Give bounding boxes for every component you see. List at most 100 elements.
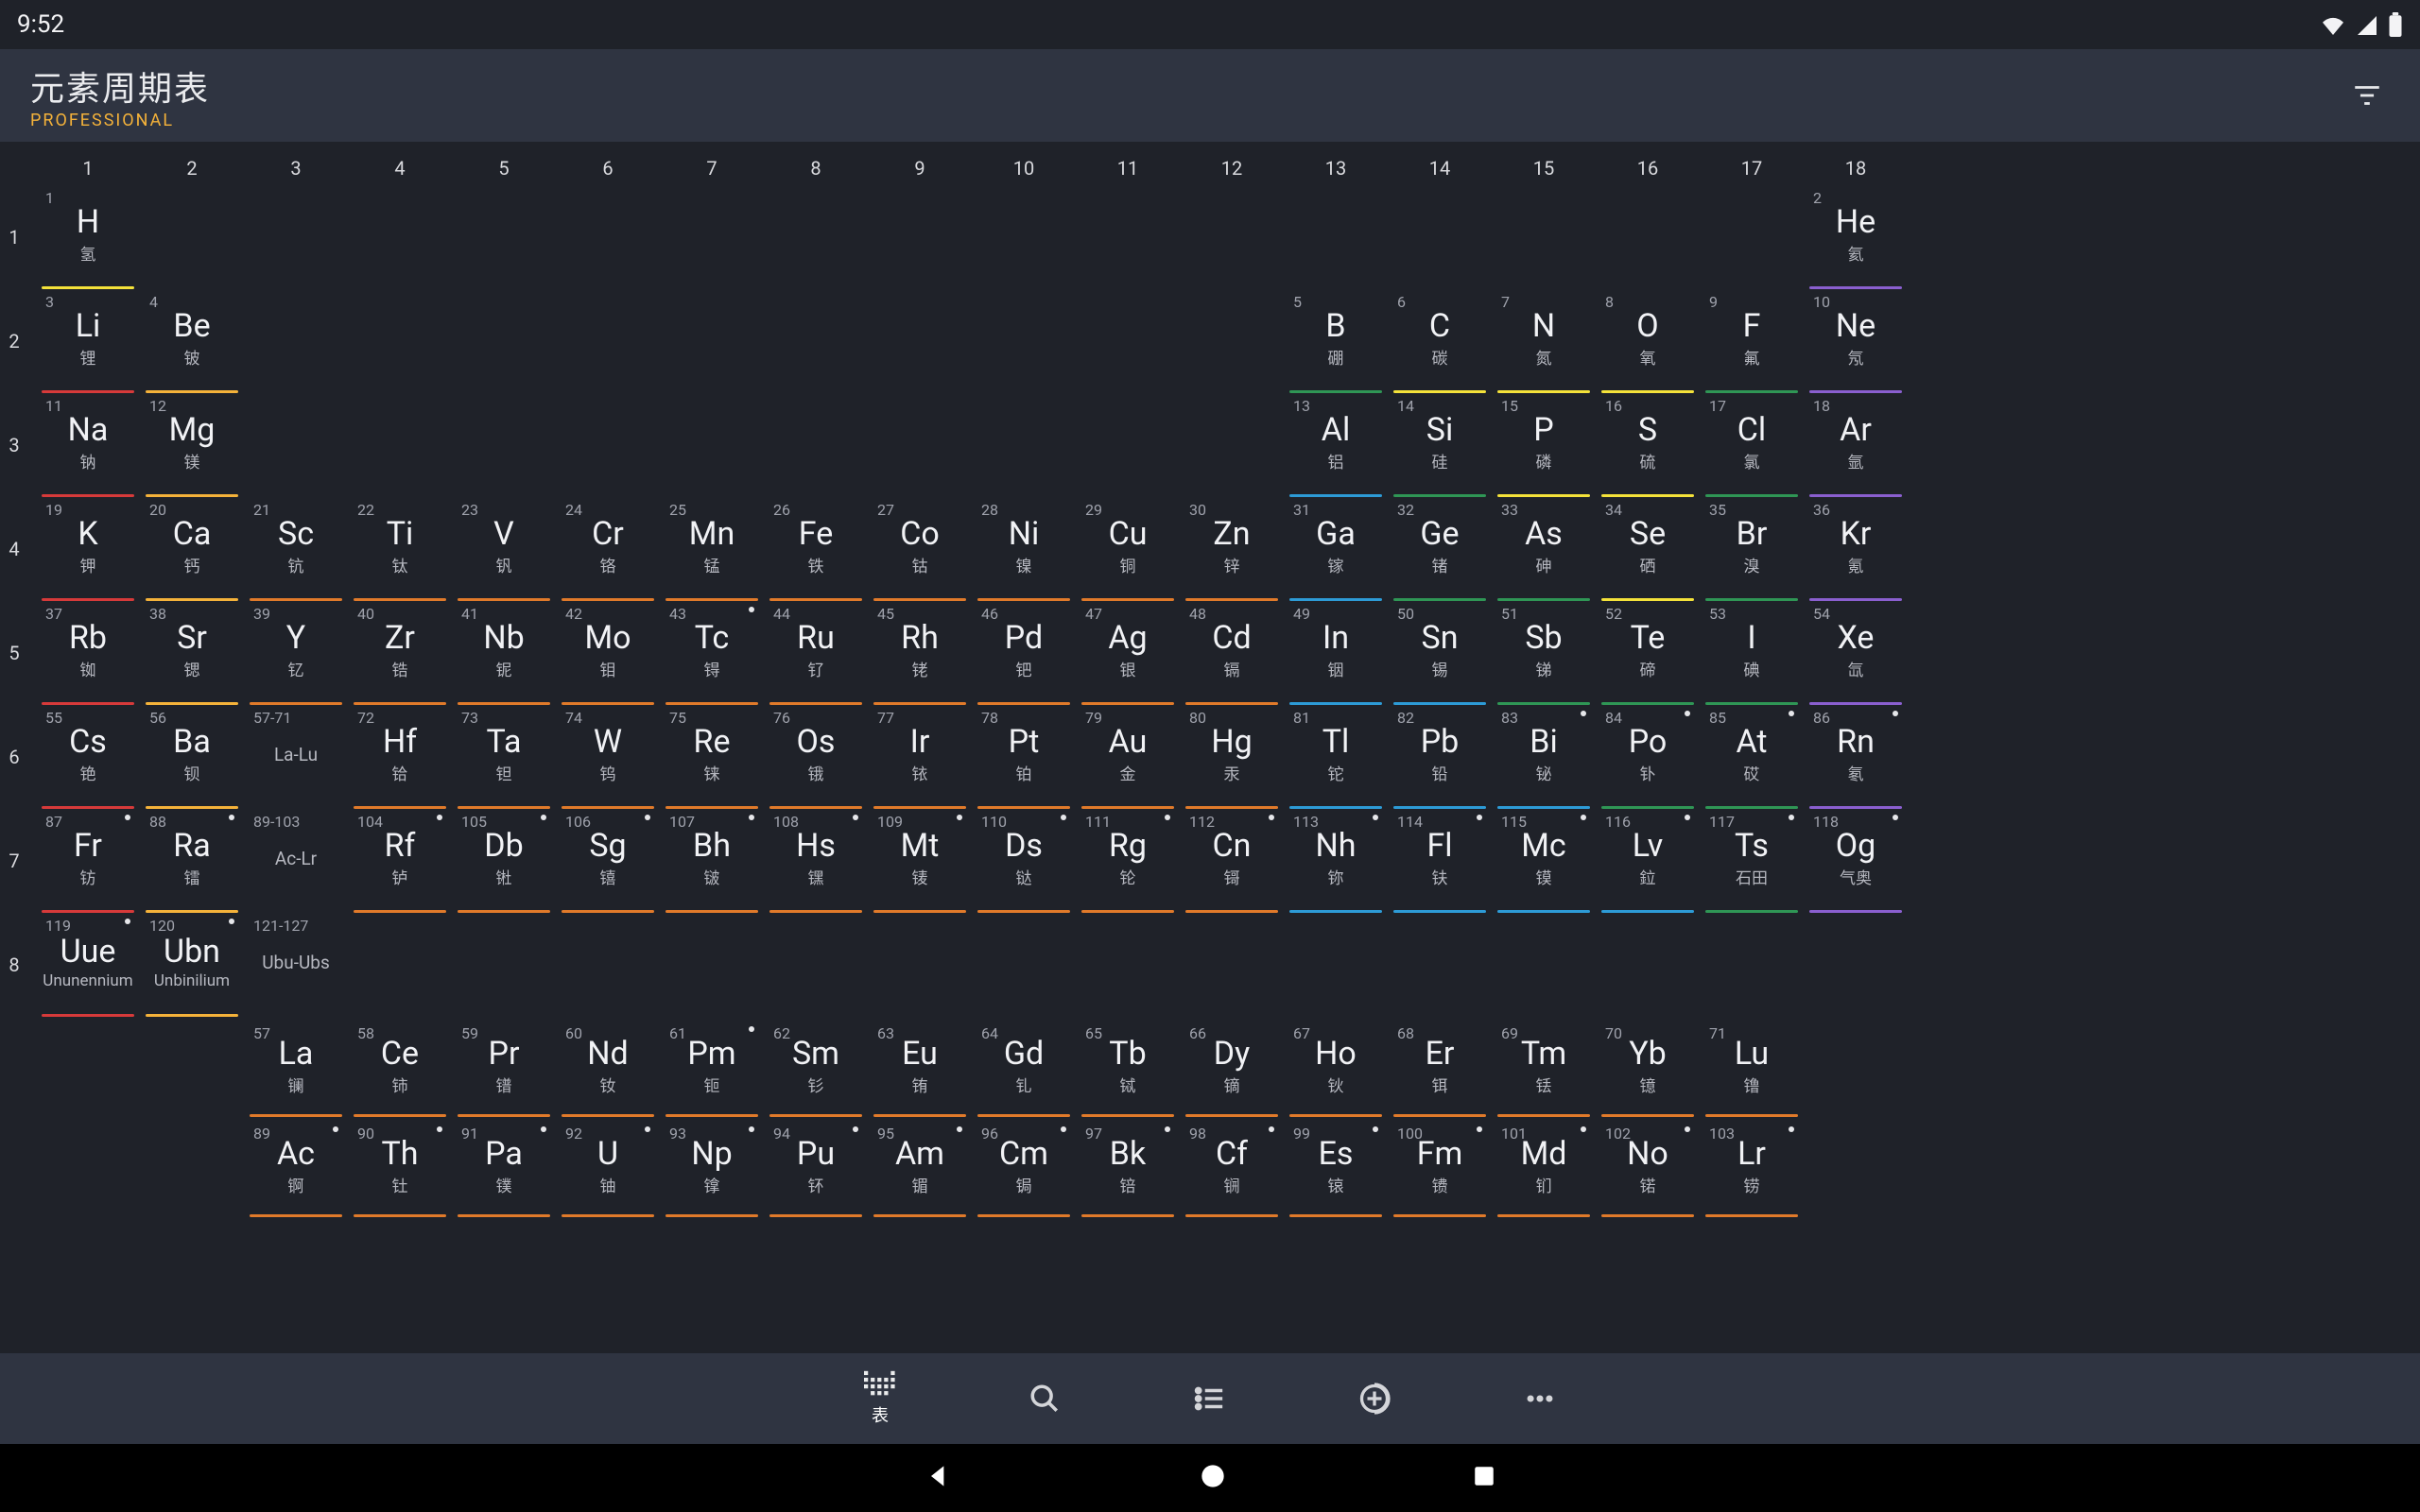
- element-cell-Mg[interactable]: 12Mg镁: [140, 393, 244, 497]
- element-cell-Ge[interactable]: 32Ge锗: [1388, 497, 1492, 601]
- element-cell-Tb[interactable]: 65Tb铽: [1076, 1021, 1180, 1117]
- element-cell-Cl[interactable]: 17Cl氯: [1700, 393, 1804, 497]
- element-cell-Lv[interactable]: 116Lv鉝: [1596, 809, 1700, 913]
- element-cell-Dy[interactable]: 66Dy镝: [1180, 1021, 1284, 1117]
- element-range-placeholder[interactable]: 57-71La-Lu: [244, 705, 348, 809]
- element-cell-H[interactable]: 1H氢: [36, 185, 140, 289]
- element-cell-Lu[interactable]: 71Lu镥: [1700, 1021, 1804, 1117]
- element-cell-Tm[interactable]: 69Tm铥: [1492, 1021, 1596, 1117]
- element-range-placeholder[interactable]: 121-127Ubu-Ubs: [244, 913, 348, 1017]
- element-cell-In[interactable]: 49In铟: [1284, 601, 1388, 705]
- element-cell-Na[interactable]: 11Na钠: [36, 393, 140, 497]
- element-cell-Er[interactable]: 68Er铒: [1388, 1021, 1492, 1117]
- element-cell-At[interactable]: 85At砹: [1700, 705, 1804, 809]
- sys-home[interactable]: [1200, 1463, 1226, 1493]
- element-cell-Cr[interactable]: 24Cr铬: [556, 497, 660, 601]
- element-cell-Am[interactable]: 95Am镅: [868, 1121, 972, 1217]
- element-cell-Rb[interactable]: 37Rb铷: [36, 601, 140, 705]
- element-cell-Bi[interactable]: 83Bi铋: [1492, 705, 1596, 809]
- element-cell-Hg[interactable]: 80Hg汞: [1180, 705, 1284, 809]
- element-cell-Np[interactable]: 93Np镎: [660, 1121, 764, 1217]
- element-cell-Os[interactable]: 76Os锇: [764, 705, 868, 809]
- element-cell-Zn[interactable]: 30Zn锌: [1180, 497, 1284, 601]
- element-cell-Au[interactable]: 79Au金: [1076, 705, 1180, 809]
- element-cell-As[interactable]: 33As砷: [1492, 497, 1596, 601]
- element-cell-Lr[interactable]: 103Lr铹: [1700, 1121, 1804, 1217]
- element-cell-Pt[interactable]: 78Pt铂: [972, 705, 1076, 809]
- element-cell-Hf[interactable]: 72Hf铪: [348, 705, 452, 809]
- element-cell-Pb[interactable]: 82Pb铅: [1388, 705, 1492, 809]
- element-cell-Fe[interactable]: 26Fe铁: [764, 497, 868, 601]
- element-cell-Hs[interactable]: 108Hs𬭶: [764, 809, 868, 913]
- element-cell-Mn[interactable]: 25Mn锰: [660, 497, 764, 601]
- element-cell-Si[interactable]: 14Si硅: [1388, 393, 1492, 497]
- filter-button[interactable]: [2342, 71, 2392, 120]
- element-cell-Ca[interactable]: 20Ca钙: [140, 497, 244, 601]
- element-cell-Be[interactable]: 4Be铍: [140, 289, 244, 393]
- element-cell-Nd[interactable]: 60Nd钕: [556, 1021, 660, 1117]
- element-cell-C[interactable]: 6C碳: [1388, 289, 1492, 393]
- element-cell-Sn[interactable]: 50Sn锡: [1388, 601, 1492, 705]
- element-cell-Rf[interactable]: 104Rf𬬻: [348, 809, 452, 913]
- element-cell-Pu[interactable]: 94Pu钚: [764, 1121, 868, 1217]
- element-cell-Cf[interactable]: 98Cf锎: [1180, 1121, 1284, 1217]
- element-cell-V[interactable]: 23V钒: [452, 497, 556, 601]
- element-cell-No[interactable]: 102No锘: [1596, 1121, 1700, 1217]
- sys-recent[interactable]: [1472, 1464, 1496, 1492]
- element-cell-Cd[interactable]: 48Cd镉: [1180, 601, 1284, 705]
- element-cell-Sg[interactable]: 106Sg𬭳: [556, 809, 660, 913]
- element-cell-Ne[interactable]: 10Ne氖: [1804, 289, 1908, 393]
- element-cell-Sb[interactable]: 51Sb锑: [1492, 601, 1596, 705]
- element-cell-Bk[interactable]: 97Bk锫: [1076, 1121, 1180, 1217]
- element-cell-Co[interactable]: 27Co钴: [868, 497, 972, 601]
- nav-compare[interactable]: [1357, 1382, 1392, 1416]
- element-cell-Cn[interactable]: 112Cn鿔: [1180, 809, 1284, 913]
- element-cell-Ho[interactable]: 67Ho钬: [1284, 1021, 1388, 1117]
- element-cell-Rg[interactable]: 111Rg𬬭: [1076, 809, 1180, 913]
- element-cell-S[interactable]: 16S硫: [1596, 393, 1700, 497]
- element-cell-Pd[interactable]: 46Pd钯: [972, 601, 1076, 705]
- element-cell-Ds[interactable]: 110Ds𫟼: [972, 809, 1076, 913]
- element-cell-Al[interactable]: 13Al铝: [1284, 393, 1388, 497]
- element-cell-Pa[interactable]: 91Pa镤: [452, 1121, 556, 1217]
- element-cell-Tc[interactable]: 43Tc锝: [660, 601, 764, 705]
- element-cell-O[interactable]: 8O氧: [1596, 289, 1700, 393]
- element-cell-Sr[interactable]: 38Sr锶: [140, 601, 244, 705]
- element-cell-Ag[interactable]: 47Ag银: [1076, 601, 1180, 705]
- nav-more[interactable]: [1524, 1383, 1556, 1415]
- element-cell-Yb[interactable]: 70Yb镱: [1596, 1021, 1700, 1117]
- element-cell-B[interactable]: 5B硼: [1284, 289, 1388, 393]
- element-cell-Nh[interactable]: 113Nh鿭: [1284, 809, 1388, 913]
- nav-table[interactable]: 表: [864, 1370, 896, 1427]
- element-cell-Md[interactable]: 101Md钔: [1492, 1121, 1596, 1217]
- element-cell-Ra[interactable]: 88Ra镭: [140, 809, 244, 913]
- element-cell-Ts[interactable]: 117Ts石田: [1700, 809, 1804, 913]
- element-cell-W[interactable]: 74W钨: [556, 705, 660, 809]
- element-cell-Mc[interactable]: 115Mc镆: [1492, 809, 1596, 913]
- element-cell-Th[interactable]: 90Th钍: [348, 1121, 452, 1217]
- element-range-placeholder[interactable]: 89-103Ac-Lr: [244, 809, 348, 913]
- element-cell-He[interactable]: 2He氦: [1804, 185, 1908, 289]
- element-cell-Sm[interactable]: 62Sm钐: [764, 1021, 868, 1117]
- element-cell-Sc[interactable]: 21Sc钪: [244, 497, 348, 601]
- nav-search[interactable]: [1028, 1383, 1061, 1415]
- element-cell-N[interactable]: 7N氮: [1492, 289, 1596, 393]
- element-cell-Ac[interactable]: 89Ac锕: [244, 1121, 348, 1217]
- element-cell-Ni[interactable]: 28Ni镍: [972, 497, 1076, 601]
- element-cell-Ba[interactable]: 56Ba钡: [140, 705, 244, 809]
- element-cell-Ga[interactable]: 31Ga镓: [1284, 497, 1388, 601]
- element-cell-P[interactable]: 15P磷: [1492, 393, 1596, 497]
- element-cell-Po[interactable]: 84Po钋: [1596, 705, 1700, 809]
- element-cell-Li[interactable]: 3Li锂: [36, 289, 140, 393]
- element-cell-Nb[interactable]: 41Nb铌: [452, 601, 556, 705]
- element-cell-I[interactable]: 53I碘: [1700, 601, 1804, 705]
- element-cell-Se[interactable]: 34Se硒: [1596, 497, 1700, 601]
- element-cell-Ta[interactable]: 73Ta钽: [452, 705, 556, 809]
- element-cell-Tl[interactable]: 81Tl铊: [1284, 705, 1388, 809]
- element-cell-Og[interactable]: 118Og气奥: [1804, 809, 1908, 913]
- element-cell-U[interactable]: 92U铀: [556, 1121, 660, 1217]
- element-cell-Cu[interactable]: 29Cu铜: [1076, 497, 1180, 601]
- element-cell-F[interactable]: 9F氟: [1700, 289, 1804, 393]
- element-cell-Mo[interactable]: 42Mo钼: [556, 601, 660, 705]
- element-cell-Rh[interactable]: 45Rh铑: [868, 601, 972, 705]
